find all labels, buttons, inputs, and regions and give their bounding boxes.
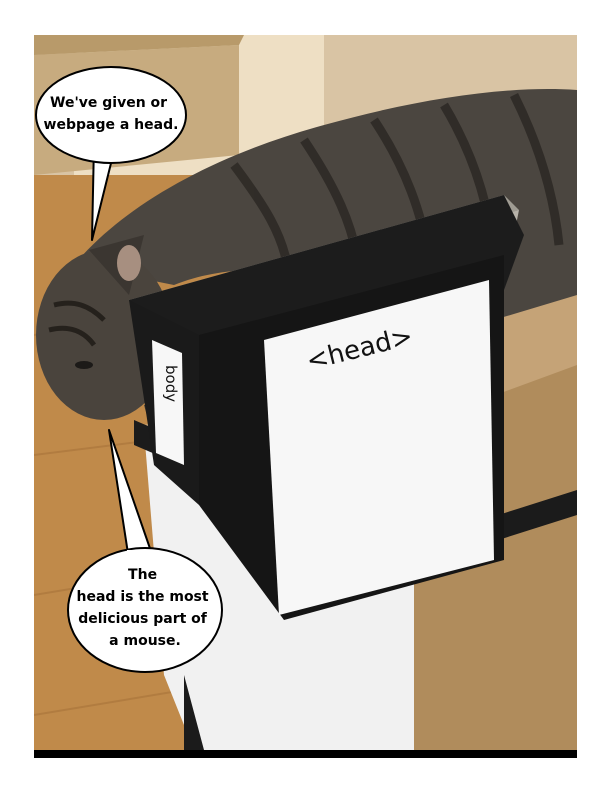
comic-page: <head> body We've given or webpage a hea…	[0, 0, 612, 792]
speech-bubble-bottom-line-1: The	[128, 567, 157, 583]
speech-bubble-top-line-2: webpage a head.	[44, 117, 179, 133]
cat-ear-inner	[117, 245, 141, 281]
speech-bubble-top-line-1: We've given or	[50, 95, 167, 111]
body-sign-paper	[152, 340, 184, 465]
photo-frame: <head> body We've given or webpage a hea…	[34, 35, 577, 758]
photo-scene: <head> body We've given or webpage a hea…	[34, 35, 577, 750]
speech-bubble-top-body	[35, 66, 187, 164]
cat-eye	[75, 361, 93, 369]
speech-bubble-bottom-line-3: delicious part of	[78, 611, 208, 627]
speech-bubble-bottom-line-4: a mouse.	[109, 633, 181, 649]
body-sign-label: body	[162, 365, 180, 402]
speech-bubble-bottom-line-2: head is the most	[77, 589, 209, 605]
